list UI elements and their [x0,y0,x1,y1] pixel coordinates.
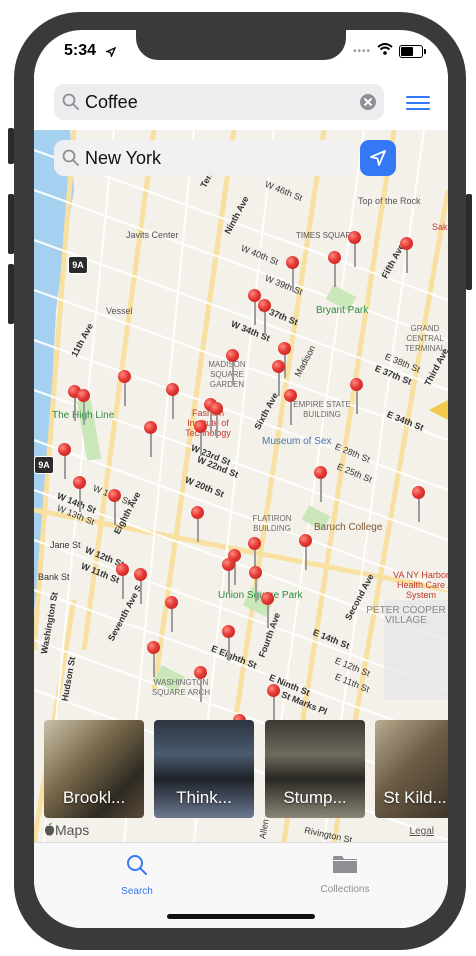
coffee-pin[interactable] [77,389,91,425]
search-icon [62,93,80,116]
search-icon [62,149,80,172]
coffee-pin[interactable] [299,534,313,570]
coffee-pin[interactable] [144,421,158,457]
coffee-pin[interactable] [134,568,148,604]
coffee-pin[interactable] [73,476,87,512]
tab-search[interactable]: Search [77,853,197,897]
wifi-icon [377,42,393,60]
label-vessel: Vessel [106,306,133,316]
coffee-pin[interactable] [226,349,240,385]
home-indicator [167,914,315,919]
search-input[interactable]: Coffee [54,84,384,120]
result-card[interactable]: Stump... [265,720,365,818]
label-museum-of-sex: Museum of Sex [262,436,332,447]
battery-icon [399,44,423,58]
coffee-pin[interactable] [348,231,362,267]
map-location-query: New York [85,148,162,168]
coffee-pin[interactable] [350,378,364,414]
result-cards-carousel[interactable]: Brookl... Think... Stump... St Kild... [34,720,448,818]
coffee-pin[interactable] [194,420,208,456]
label-javits: Javits Center [126,230,179,240]
location-arrow-icon [370,150,386,166]
coffee-pin[interactable] [261,592,275,628]
coffee-pin[interactable] [108,489,122,525]
result-card-title: Brookl... [62,788,126,807]
tab-search-label: Search [121,886,153,897]
result-card-title: Think... [176,788,232,807]
label-bryant-park: Bryant Park [316,305,369,316]
label-flatiron: FLATIRON BUILDING [252,514,292,533]
tab-collections-label: Collections [320,884,370,895]
street-jane: Jane St [50,540,81,550]
highway-9a-shield-2: 9A [34,456,54,474]
coffee-pin[interactable] [314,466,328,502]
coffee-pin[interactable] [412,486,426,522]
result-card-title: St Kild... [383,788,447,807]
search-icon [127,855,147,875]
map-location-input[interactable]: New York [54,140,356,176]
apple-logo-icon [45,823,54,836]
label-top-of-rock: Top of the Rock [358,196,421,206]
coffee-pin[interactable] [147,641,161,677]
maps-brand: Maps [44,822,89,838]
mute-switch [8,128,14,164]
tab-collections[interactable]: Collections [285,853,405,895]
map-view[interactable]: 9A 9A Javits Center Vessel TIMES SQUARE … [34,130,448,842]
coffee-pin[interactable] [328,251,342,287]
result-card[interactable]: Brookl... [44,720,144,818]
notch [136,30,346,60]
highway-9a-shield: 9A [68,256,88,274]
result-card-title: Stump... [283,788,347,807]
top-search-bar: Coffee [34,74,448,131]
signal-icon: •••• [352,45,371,57]
coffee-pin[interactable] [58,443,72,479]
phone-screen: 5:34 •••• Coffee 9A 9A Javits Center Ves… [34,30,448,928]
coffee-pin[interactable] [258,299,272,335]
coffee-pin[interactable] [222,558,236,594]
folder-icon [333,856,357,873]
coffee-pin[interactable] [284,389,298,425]
result-card[interactable]: Think... [154,720,254,818]
label-sak: Sak [432,222,448,232]
label-peter-cooper: PETER COOPER VILLAGE [366,605,446,626]
search-query: Coffee [85,92,138,112]
clear-search-icon[interactable] [360,94,376,110]
status-time: 5:34 [64,42,97,59]
maps-brand-text: Maps [55,822,90,838]
coffee-pin[interactable] [210,402,224,438]
label-empire-state: EMPIRE STATE BUILDING [293,400,351,419]
coffee-pin[interactable] [194,666,208,702]
power-button [466,194,472,290]
coffee-pin[interactable] [118,370,132,406]
coffee-pin[interactable] [191,506,205,542]
coffee-pin[interactable] [267,684,281,720]
street-bank: Bank St [38,572,70,582]
menu-icon[interactable] [406,96,430,110]
volume-up-button [8,194,14,254]
label-va: VA NY Harbor Health Care System [393,570,448,600]
coffee-pin[interactable] [222,625,236,661]
coffee-pin[interactable] [166,383,180,419]
coffee-pin[interactable] [400,237,414,273]
location-arrow-icon [105,44,117,62]
current-location-button[interactable] [360,140,396,176]
label-baruch: Baruch College [314,522,383,533]
result-card[interactable]: St Kild... [375,720,448,818]
legal-link[interactable]: Legal [410,826,434,837]
coffee-pin[interactable] [165,596,179,632]
coffee-pin[interactable] [116,563,130,599]
coffee-pin[interactable] [286,256,300,292]
volume-down-button [8,264,14,324]
